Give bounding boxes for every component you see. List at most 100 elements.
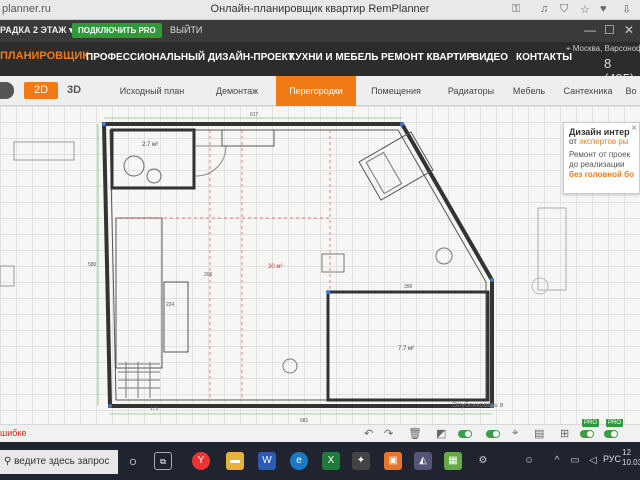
close-icon[interactable]: ✕	[624, 23, 634, 37]
promo-body-line-1: Ремонт от проек	[569, 150, 631, 159]
redo-icon[interactable]: ↷	[384, 427, 393, 440]
wall-handles[interactable]	[102, 122, 494, 408]
dim-top-label: 617	[250, 112, 259, 118]
people-icon[interactable]: ☺	[520, 452, 538, 470]
nav-planner[interactable]: ПЛАНИРОВЩИК	[0, 50, 89, 62]
shield-icon[interactable]: ⛉	[560, 3, 568, 16]
camera-icon[interactable]: ⌖	[512, 427, 518, 440]
nav-contacts[interactable]: КОНТАКТЫ	[516, 52, 572, 63]
dim-inner: 206	[204, 272, 213, 278]
dim-small-a: 224	[166, 302, 175, 308]
closet-top[interactable]	[221, 129, 275, 147]
screen: planner.ru Онлайн-планировщик квартир Re…	[0, 0, 640, 480]
photos-icon[interactable]: ◭	[414, 452, 432, 470]
plan-canvas[interactable]: 617 580 681 30 м² 2.7 м² 7.7 м² 396 224 …	[0, 106, 640, 424]
mode-3d-button[interactable]: 3D	[60, 82, 88, 99]
promo-subtitle: от экспертов ры	[569, 137, 634, 146]
dim-left-label: 580	[88, 262, 97, 268]
compass-icon[interactable]	[531, 277, 549, 295]
folder-icon[interactable]: ▬	[226, 452, 244, 470]
promo-highlight: без головной бо	[569, 170, 634, 179]
tab-furniture[interactable]: Мебель	[506, 76, 552, 106]
stairs[interactable]	[118, 362, 160, 398]
nav-video[interactable]: ВИДЕО	[472, 52, 508, 63]
yandex-browser-icon[interactable]: Y	[192, 452, 210, 470]
promo-sub-prefix: от	[569, 137, 577, 146]
promo-body-line-2: до реализации	[569, 160, 625, 169]
headphones-icon[interactable]: ♫	[540, 3, 548, 15]
task-view-icon[interactable]: ○	[124, 452, 142, 470]
app-icon[interactable]: ✦	[352, 452, 370, 470]
visibility-toggle-2[interactable]	[486, 430, 500, 438]
wall-tool-icon[interactable]: ◩	[436, 427, 446, 440]
taskbar-clock[interactable]: 12 10.03	[622, 448, 640, 468]
favorites-icon[interactable]: ♥	[600, 3, 607, 15]
pro-badge-1: PRO	[582, 419, 600, 427]
tab-rooms[interactable]: Помещения	[358, 76, 434, 106]
promo-sub-accent: экспертов ры	[579, 137, 629, 146]
tab-plumbing[interactable]: Сантехника	[556, 76, 620, 106]
bookmark-icon[interactable]: ☆	[580, 3, 590, 16]
chair-icon[interactable]	[435, 247, 453, 265]
door-arc[interactable]	[195, 145, 227, 177]
edge-icon[interactable]: e	[290, 452, 308, 470]
mode-pro-toggle[interactable]	[0, 82, 14, 99]
pro-toggle-2[interactable]	[604, 430, 618, 438]
pro-toggle-1[interactable]	[580, 430, 594, 438]
word-icon[interactable]: W	[258, 452, 276, 470]
language-indicator[interactable]: РУС	[603, 454, 621, 464]
maximize-icon[interactable]: ☐	[604, 23, 615, 37]
layers-icon[interactable]: ▤	[534, 427, 544, 440]
media-icon[interactable]: ▦	[444, 452, 462, 470]
floor-selector[interactable]: РАДКА 2 ЭТАЖ ▾	[0, 25, 73, 36]
tab-demolition[interactable]: Демонтаж	[200, 76, 274, 106]
volume-icon[interactable]: ◁	[584, 452, 602, 470]
side-object-2[interactable]	[0, 265, 15, 287]
download-icon[interactable]: ⇩	[622, 3, 631, 16]
tray-icon[interactable]: ^	[548, 452, 566, 470]
key-icon[interactable]: ⚿	[512, 3, 520, 16]
tab-partitions[interactable]: Перегородки	[276, 76, 356, 106]
connect-pro-button[interactable]: ПОДКЛЮЧИТЬ PRO	[72, 23, 162, 38]
undo-icon[interactable]: ↶	[364, 427, 373, 440]
promo-title: Дизайн интер	[569, 127, 630, 137]
toilet-icon[interactable]	[123, 155, 145, 177]
error-report-link[interactable]: шибке	[0, 428, 26, 438]
close-icon[interactable]: ×	[631, 123, 637, 134]
wardrobe[interactable]	[163, 281, 189, 353]
bathroom-wall[interactable]	[110, 128, 196, 190]
trash-icon[interactable]: 🗑	[408, 427, 422, 440]
corridor-wall[interactable]	[115, 217, 163, 369]
dim-small-b: 175	[150, 406, 159, 412]
side-object-right[interactable]	[537, 207, 567, 291]
chair-icon-2[interactable]	[282, 358, 298, 374]
tab-radiators[interactable]: Радиаторы	[436, 76, 506, 106]
multitask-icon[interactable]: ⧉	[154, 452, 172, 470]
nav-kitchens[interactable]: КУХНИ И МЕБЕЛЬ	[289, 52, 378, 63]
taskbar-search-input[interactable]: ⚲ ведите здесь запрос	[0, 450, 118, 474]
excel-icon[interactable]: X	[322, 452, 340, 470]
main-nav: ПЛАНИРОВЩИК ПРОФЕССИОНАЛЬНЫЙ ДИЗАЙН-ПРОЕ…	[0, 42, 640, 86]
mode-2d-button[interactable]: 2D	[24, 82, 58, 99]
publish-label[interactable]: Опубликовать в	[452, 402, 503, 409]
logout-link[interactable]: ВЫЙТИ	[170, 25, 202, 35]
tab-more[interactable]: Во	[622, 76, 640, 106]
bed-icon[interactable]	[358, 131, 434, 201]
visibility-toggle-1[interactable]	[458, 430, 472, 438]
grid-icon[interactable]: ⊞	[560, 427, 569, 440]
nav-renovation[interactable]: РЕМОНТ КВАРТИР	[381, 52, 473, 63]
floor-plan[interactable]: 617 580 681 30 м² 2.7 м² 7.7 м² 396 224 …	[0, 106, 640, 424]
promo-panel[interactable]: × Дизайн интер от экспертов ры Ремонт от…	[563, 122, 640, 194]
tab-initial-plan[interactable]: Исходный план	[104, 76, 200, 106]
sink-icon[interactable]	[146, 168, 162, 184]
clock-date: 10.03	[622, 458, 640, 467]
orange-app-icon[interactable]: ▣	[384, 452, 402, 470]
settings-icon[interactable]: ⚙	[474, 452, 492, 470]
side-object-sink[interactable]	[13, 141, 75, 161]
battery-icon[interactable]: ▭	[566, 452, 584, 470]
location-text: ⌖ Москва, Варсоноф	[566, 44, 640, 54]
table-icon[interactable]	[321, 253, 345, 273]
minimize-icon[interactable]: —	[584, 23, 596, 37]
bathroom-area: 2.7 м²	[142, 142, 158, 148]
nav-design-project[interactable]: ПРОФЕССИОНАЛЬНЫЙ ДИЗАЙН-ПРОЕКТ	[86, 52, 294, 63]
